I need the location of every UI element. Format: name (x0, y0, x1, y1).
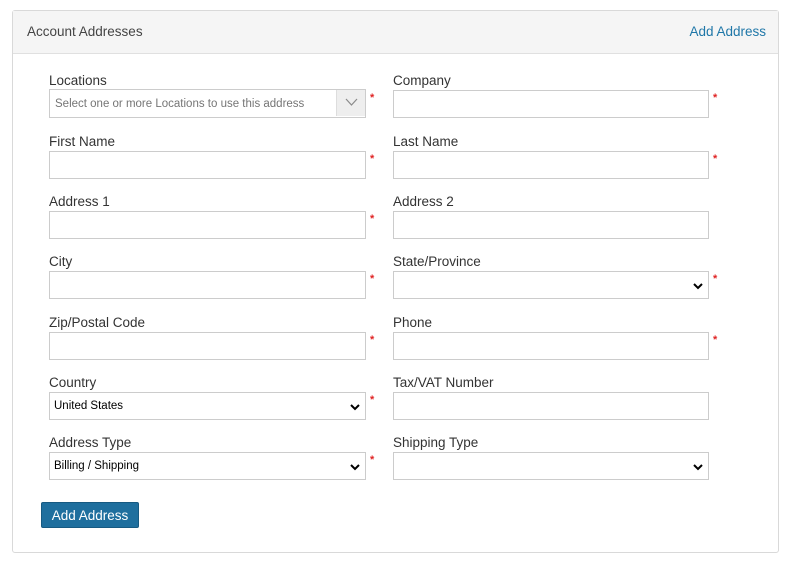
locations-multiselect[interactable]: Select one or more Locations to use this… (49, 89, 366, 118)
address-type-label: Address Type (49, 435, 132, 450)
chevron-down-icon (350, 464, 360, 471)
company-input[interactable] (394, 91, 708, 117)
panel-title: Account Addresses (27, 24, 143, 39)
zip-required-marker: * (370, 334, 375, 346)
account-addresses-panel: Account Addresses Add Address Locations … (12, 10, 779, 553)
company-label: Company (393, 73, 451, 88)
country-required-marker: * (370, 394, 375, 406)
tax-label: Tax/VAT Number (393, 375, 494, 390)
phone-field[interactable] (393, 332, 709, 360)
phone-required-marker: * (713, 334, 718, 346)
company-required-marker: * (713, 92, 718, 104)
chevron-down-icon (693, 283, 703, 290)
phone-label: Phone (393, 315, 433, 330)
chevron-down-icon (693, 464, 703, 471)
last-name-required-marker: * (713, 153, 718, 165)
first-name-input[interactable] (50, 152, 365, 178)
chevron-down-icon (350, 404, 360, 411)
chevron-down-thin-icon (345, 98, 358, 106)
city-field[interactable] (49, 271, 366, 299)
address2-label: Address 2 (393, 194, 454, 209)
phone-input[interactable] (394, 333, 708, 359)
address1-input[interactable] (50, 212, 365, 238)
shipping-type-select[interactable] (393, 452, 709, 480)
locations-label: Locations (49, 73, 107, 88)
address1-required-marker: * (370, 213, 375, 225)
address-type-select[interactable]: Billing / Shipping (49, 452, 366, 480)
city-label: City (49, 254, 73, 269)
state-select[interactable] (393, 271, 709, 299)
address1-field[interactable] (49, 211, 366, 239)
city-input[interactable] (50, 272, 365, 298)
tax-field[interactable] (393, 392, 709, 420)
first-name-field[interactable] (49, 151, 366, 179)
last-name-input[interactable] (394, 152, 708, 178)
locations-placeholder: Select one or more Locations to use this… (55, 98, 305, 110)
locations-toggle-button[interactable] (336, 90, 365, 116)
tax-input[interactable] (394, 393, 708, 419)
state-label: State/Province (393, 254, 481, 269)
first-name-label: First Name (49, 134, 116, 149)
address2-input[interactable] (394, 212, 708, 238)
shipping-type-label: Shipping Type (393, 435, 479, 450)
last-name-label: Last Name (393, 134, 459, 149)
locations-required-marker: * (370, 92, 375, 104)
zip-label: Zip/Postal Code (49, 315, 146, 330)
add-address-link[interactable]: Add Address (689, 24, 766, 39)
zip-field[interactable] (49, 332, 366, 360)
country-select[interactable]: United States (49, 392, 366, 420)
city-required-marker: * (370, 273, 375, 285)
address-type-selected-value: Billing / Shipping (54, 460, 140, 472)
address-type-required-marker: * (370, 454, 375, 466)
company-field[interactable] (393, 90, 709, 118)
state-required-marker: * (713, 273, 718, 285)
address2-field[interactable] (393, 211, 709, 239)
country-label: Country (49, 375, 97, 390)
last-name-field[interactable] (393, 151, 709, 179)
first-name-required-marker: * (370, 153, 375, 165)
address1-label: Address 1 (49, 194, 110, 209)
panel-header: Account Addresses Add Address (13, 11, 778, 54)
zip-input[interactable] (50, 333, 365, 359)
add-address-button[interactable]: Add Address (41, 502, 139, 528)
country-selected-value: United States (54, 400, 124, 412)
